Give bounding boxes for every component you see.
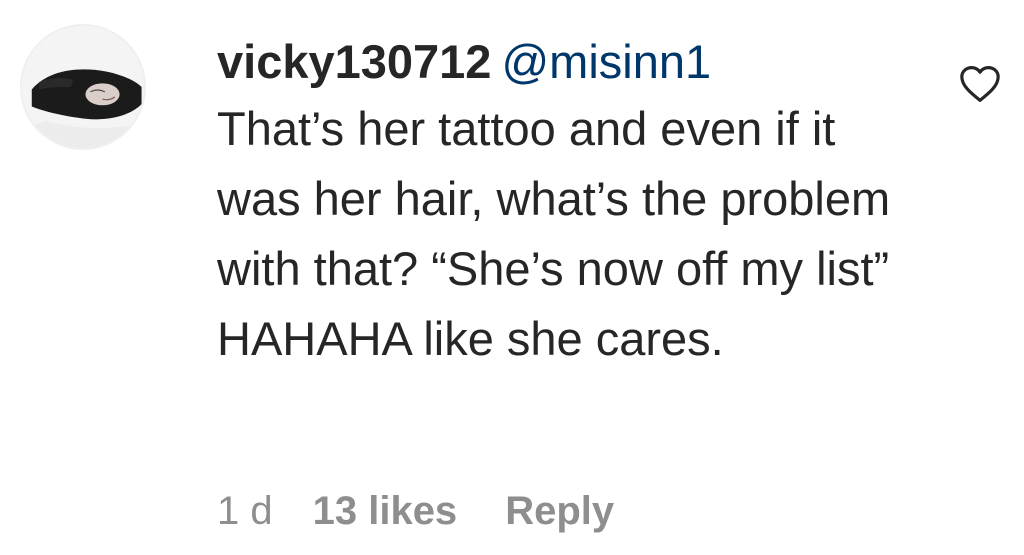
comment-content: vicky130712 @misinn1 That’s her tattoo an… bbox=[217, 30, 937, 374]
comment-meta: 1 d 13 likes Reply bbox=[217, 483, 614, 539]
comment-header: vicky130712 @misinn1 bbox=[217, 30, 937, 94]
avatar-image bbox=[22, 26, 144, 148]
likes-count[interactable]: 13 likes bbox=[313, 489, 458, 533]
comment-item: vicky130712 @misinn1 That’s her tattoo an… bbox=[0, 0, 1024, 555]
timestamp: 1 d bbox=[217, 489, 273, 533]
comment-text: That’s her tattoo and even if it was her… bbox=[217, 102, 891, 365]
reply-button[interactable]: Reply bbox=[505, 489, 614, 533]
mention-link[interactable]: @misinn1 bbox=[501, 35, 711, 88]
username-link[interactable]: vicky130712 bbox=[217, 35, 491, 88]
avatar[interactable] bbox=[20, 24, 146, 150]
heart-outline-icon[interactable] bbox=[958, 64, 1002, 104]
